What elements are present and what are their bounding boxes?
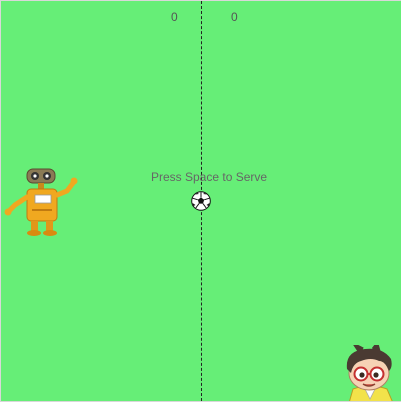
boy-player-sprite bbox=[346, 345, 393, 401]
serve-prompt: Press Space to Serve bbox=[151, 170, 268, 184]
game-field[interactable]: 0 0 Press Space to Serve bbox=[1, 1, 401, 401]
left-score: 0 bbox=[171, 10, 178, 24]
robot-player-sprite bbox=[4, 168, 78, 236]
soccer-ball bbox=[191, 191, 211, 211]
right-score: 0 bbox=[231, 10, 238, 24]
